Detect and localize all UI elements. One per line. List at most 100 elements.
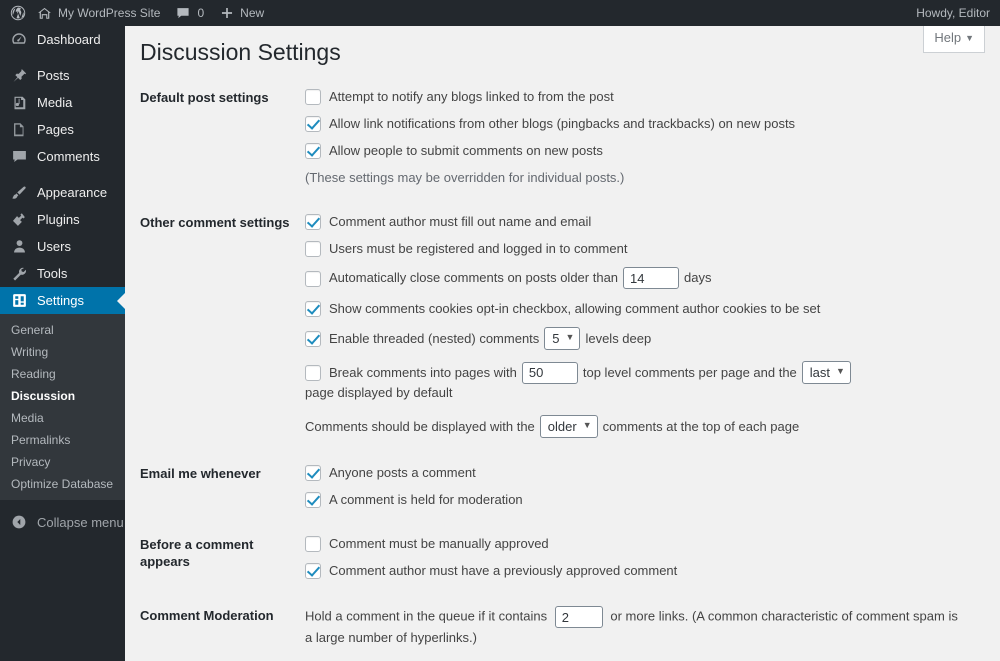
sidebar-item-tools[interactable]: Tools [0,260,125,287]
help-tab-button[interactable]: Help ▼ [923,26,985,53]
sidebar-item-users[interactable]: Users [0,233,125,260]
main-content-area: Help ▼ Discussion Settings Default post s… [125,26,1000,661]
sidebar-item-pages[interactable]: Pages [0,116,125,143]
new-content-button[interactable]: New [212,0,272,26]
wordpress-logo-icon [10,5,26,21]
section-body-default-post-settings: Attempt to notify any blogs linked to fr… [305,75,1000,200]
comment-order-select[interactable]: older ▼ [539,415,598,438]
checkbox-allow-comments[interactable] [305,143,321,159]
user-account-menu[interactable]: Howdy, Editor [908,0,1000,26]
checkbox-email-held-moderation[interactable] [305,492,321,508]
site-name-button[interactable]: My WordPress Site [35,0,168,26]
default-post-settings-note: (These settings may be overridden for in… [305,169,990,187]
checkbox-attempt-notify[interactable] [305,89,321,105]
option-auto-close-comments[interactable]: Automatically close comments on posts ol… [305,267,990,289]
sidebar-item-plugins[interactable]: Plugins [0,206,125,233]
option-previously-approved[interactable]: Comment author must have a previously ap… [305,562,990,580]
sidebar-item-label: Appearance [37,185,108,200]
chevron-down-icon: ▼ [965,33,974,43]
wordpress-logo-button[interactable] [0,0,35,26]
comment-order-value: older [547,419,577,434]
option-label: Allow people to submit comments on new p… [329,143,603,158]
submenu-item-discussion[interactable]: Discussion [0,385,125,407]
page-title: Discussion Settings [140,39,341,65]
checkbox-previously-approved[interactable] [305,563,321,579]
checkbox-allow-link-notifications[interactable] [305,116,321,132]
default-page-select[interactable]: last ▼ [801,361,851,384]
admin-sidebar-menu: Dashboard Posts Media Pages Comments App… [0,26,125,661]
sidebar-item-media[interactable]: Media [0,89,125,116]
option-label: A comment is held for moderation [329,492,523,507]
sidebar-item-posts[interactable]: Posts [0,62,125,89]
submenu-item-media[interactable]: Media [0,407,125,429]
option-break-comments-pages[interactable]: Break comments into pages with top level… [305,361,990,402]
threaded-levels-select[interactable]: 5 ▼ [544,327,581,350]
option-label: Show comments cookies opt-in checkbox, a… [329,301,821,316]
per-page-label: top level comments per page and the [582,364,797,380]
comments-per-page-input[interactable] [521,361,578,384]
checkbox-require-name-email[interactable] [305,214,321,230]
user-icon [9,237,29,257]
row-default-post-settings: Default post settings Attempt to notify … [125,75,1000,200]
submenu-item-privacy[interactable]: Privacy [0,451,125,473]
submenu-item-writing[interactable]: Writing [0,341,125,363]
section-label-before-comment-appears: Before a comment appears [140,537,254,569]
wrench-icon [9,264,29,284]
option-threaded-comments[interactable]: Enable threaded (nested) comments 5 ▼ le… [305,327,990,350]
sidebar-item-appearance[interactable]: Appearance [0,179,125,206]
sidebar-item-label: Posts [37,68,70,83]
chevron-down-icon: ▼ [582,420,592,430]
chevron-down-icon: ▼ [565,332,575,342]
option-attempt-notify[interactable]: Attempt to notify any blogs linked to fr… [305,88,990,106]
discussion-settings-form: Default post settings Attempt to notify … [125,75,1000,661]
moderation-links-input[interactable] [554,606,603,628]
option-require-name-email[interactable]: Comment author must fill out name and em… [305,213,990,231]
option-email-held-moderation[interactable]: A comment is held for moderation [305,491,990,509]
moderation-hold-prefix: Hold a comment in the queue if it contai… [305,608,548,624]
checkbox-comment-cookies[interactable] [305,301,321,317]
comments-bubble-button[interactable]: 0 [168,0,212,26]
admin-bar: My WordPress Site 0 New Howdy, Editor [0,0,1000,26]
checkbox-users-registered[interactable] [305,241,321,257]
home-icon [37,6,52,21]
threaded-levels-value: 5 [552,331,560,346]
days-unit-label: days [684,270,712,285]
option-label: Anyone posts a comment [329,465,476,480]
sidebar-item-label: Plugins [37,212,80,227]
sidebar-item-comments[interactable]: Comments [0,143,125,170]
option-users-registered[interactable]: Users must be registered and logged in t… [305,240,990,258]
checkbox-break-comments-pages[interactable] [305,365,321,381]
sidebar-item-label: Users [37,239,71,254]
option-label: Comment author must fill out name and em… [329,214,592,229]
checkbox-email-anyone-posts[interactable] [305,465,321,481]
media-icon [9,93,29,113]
sidebar-separator [0,53,125,62]
collapse-arrow-icon [9,512,29,532]
option-email-anyone-posts[interactable]: Anyone posts a comment [305,464,990,482]
close-comments-days-input[interactable] [623,267,680,289]
submenu-item-optimize-database[interactable]: Optimize Database [0,473,125,495]
levels-deep-label: levels deep [585,330,652,346]
section-label-comment-moderation: Comment Moderation [140,608,274,623]
sidebar-item-label: Dashboard [37,32,101,47]
option-allow-comments[interactable]: Allow people to submit comments on new p… [305,142,990,160]
option-label: Comment must be manually approved [329,536,549,551]
checkbox-auto-close-comments[interactable] [305,270,321,287]
option-label: Comment author must have a previously ap… [329,563,678,578]
checkbox-manual-approve[interactable] [305,536,321,552]
chevron-down-icon: ▼ [836,366,845,376]
help-tab-label: Help [934,30,962,45]
submenu-item-general[interactable]: General [0,319,125,341]
option-label: Allow link notifications from other blog… [329,116,796,131]
section-label-email-me-whenever: Email me whenever [140,466,261,481]
option-allow-link-notifications[interactable]: Allow link notifications from other blog… [305,115,990,133]
sidebar-item-dashboard[interactable]: Dashboard [0,26,125,53]
option-manual-approve[interactable]: Comment must be manually approved [305,535,990,553]
option-comment-cookies[interactable]: Show comments cookies opt-in checkbox, a… [305,300,990,318]
sidebar-item-settings[interactable]: Settings [0,287,125,314]
moderation-hold-paragraph: Hold a comment in the queue if it contai… [305,606,965,648]
submenu-item-reading[interactable]: Reading [0,363,125,385]
submenu-item-permalinks[interactable]: Permalinks [0,429,125,451]
checkbox-threaded-comments[interactable] [305,331,321,347]
collapse-menu-button[interactable]: Collapse menu [0,509,125,535]
